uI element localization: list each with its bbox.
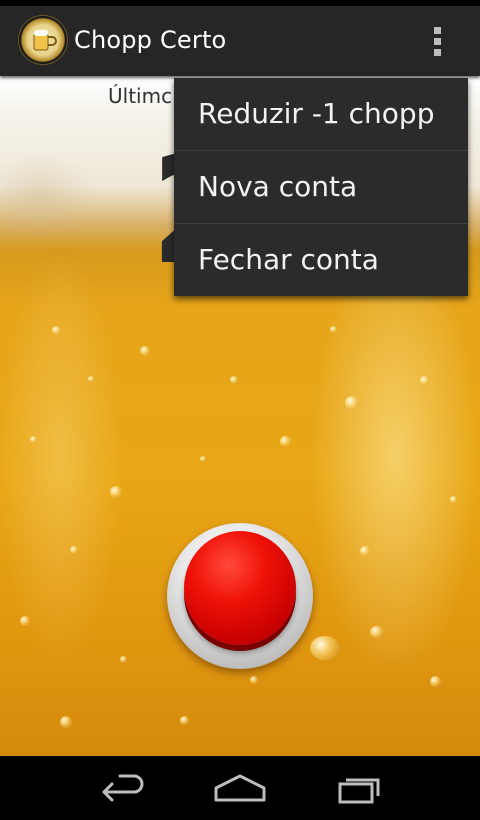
home-icon[interactable] bbox=[210, 770, 270, 806]
bubble bbox=[30, 436, 37, 443]
bubble bbox=[140, 346, 150, 356]
menu-item-label: Nova conta bbox=[198, 170, 358, 203]
add-chopp-button-cap[interactable] bbox=[184, 531, 296, 645]
bubble bbox=[250, 676, 258, 684]
bubble bbox=[370, 626, 384, 638]
beer-mug-logo-icon[interactable] bbox=[19, 16, 67, 64]
bubble bbox=[280, 436, 291, 447]
recent-apps-icon[interactable] bbox=[330, 770, 390, 806]
bubble bbox=[20, 616, 30, 626]
navigation-bar bbox=[0, 756, 480, 820]
menu-item-new-bill[interactable]: Nova conta bbox=[174, 151, 468, 224]
bubble bbox=[330, 326, 337, 333]
overflow-menu: Reduzir -1 chopp Nova conta Fechar conta bbox=[174, 78, 468, 296]
bubble bbox=[200, 456, 206, 462]
menu-item-close-bill[interactable]: Fechar conta bbox=[174, 224, 468, 296]
bubble bbox=[230, 376, 238, 384]
app-title: Chopp Certo bbox=[74, 26, 227, 54]
bubble bbox=[120, 656, 127, 663]
bubble bbox=[60, 716, 72, 728]
menu-item-reduce-chopp[interactable]: Reduzir -1 chopp bbox=[174, 78, 468, 151]
back-icon[interactable] bbox=[90, 770, 150, 806]
overflow-menu-button[interactable] bbox=[420, 20, 456, 62]
bubble bbox=[345, 396, 359, 410]
bubble bbox=[180, 716, 189, 725]
app-screen: Chopp Certo Últimc 2 bbox=[0, 0, 480, 820]
action-bar: Chopp Certo bbox=[0, 6, 480, 76]
bubble bbox=[420, 376, 429, 385]
bubble bbox=[52, 326, 61, 335]
bubble bbox=[360, 546, 370, 556]
bubble bbox=[110, 486, 122, 498]
add-chopp-button[interactable] bbox=[167, 523, 313, 669]
bubble bbox=[70, 546, 78, 554]
menu-item-label: Reduzir -1 chopp bbox=[198, 97, 435, 130]
bubble bbox=[450, 496, 457, 503]
bubble bbox=[430, 676, 441, 687]
menu-item-label: Fechar conta bbox=[198, 243, 379, 276]
bubble bbox=[88, 376, 94, 382]
last-order-label: Últimc bbox=[108, 84, 173, 108]
bubble bbox=[310, 636, 340, 660]
